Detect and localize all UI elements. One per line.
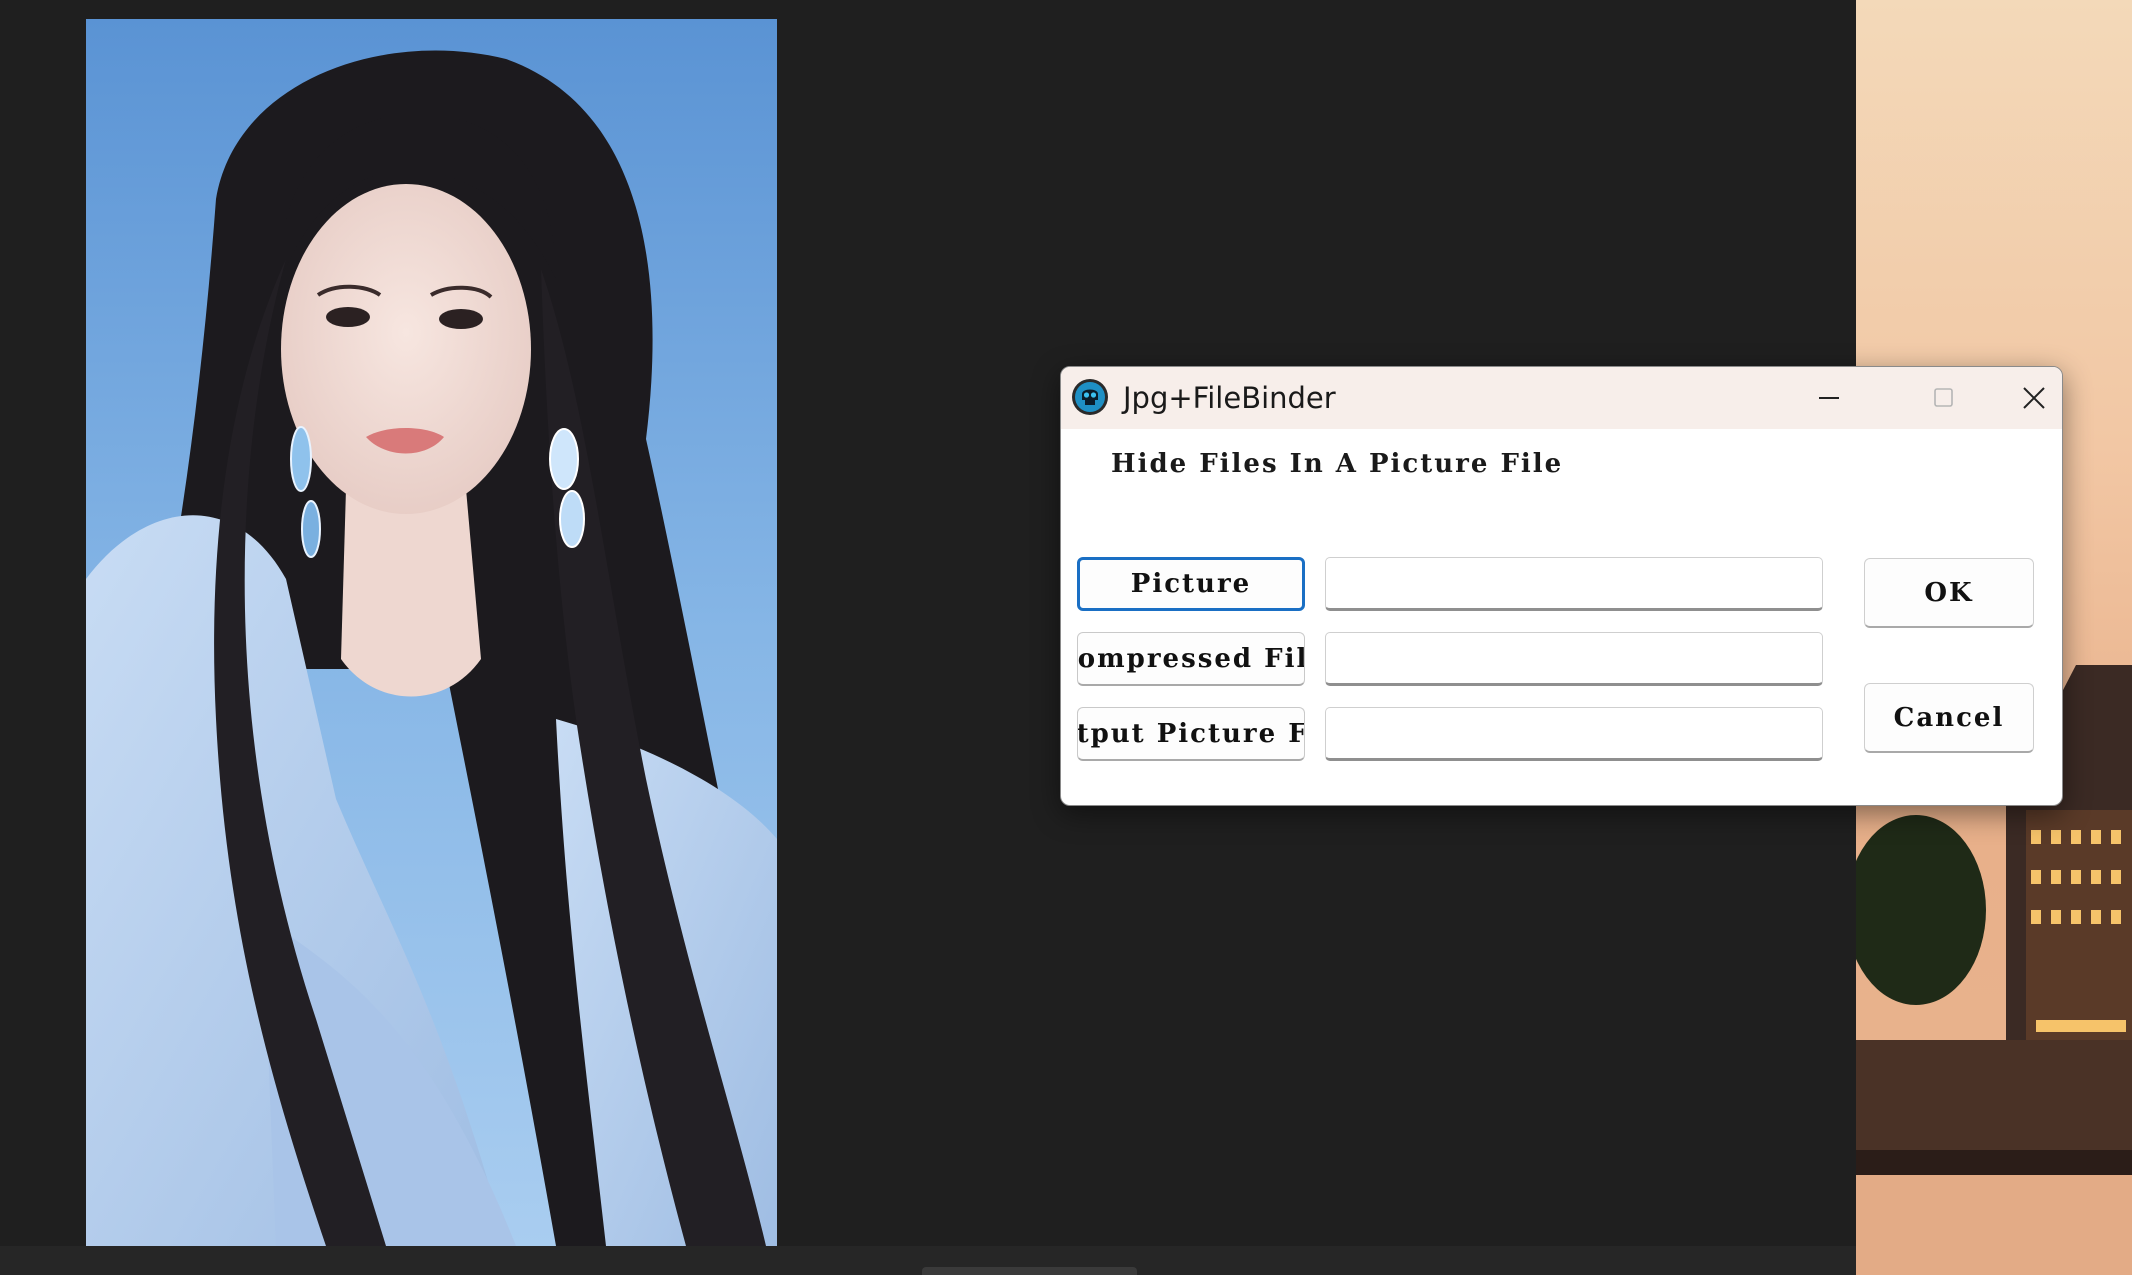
cancel-button[interactable]: Cancel [1864,683,2034,753]
ok-button[interactable]: OK [1864,558,2034,628]
dialog-heading: Hide Files In A Picture File [1111,449,1564,479]
output-picture-file-button[interactable]: Output Picture File [1077,707,1305,761]
title-bar[interactable]: Jpg+FileBinder [1061,367,2062,429]
minimize-icon [1819,397,1839,399]
viewer-bottom-tab [922,1267,1137,1275]
picture-path-input[interactable] [1325,557,1823,611]
compressed-file-path-input[interactable] [1325,632,1823,686]
compressed-file-button[interactable]: Compressed File [1077,632,1305,686]
minimize-button[interactable] [1774,367,1884,429]
picture-button[interactable]: Picture [1077,557,1305,611]
close-button[interactable] [2005,367,2062,429]
output-picture-path-input[interactable] [1325,707,1823,761]
maximize-button[interactable] [1889,367,1999,429]
maximize-icon [1934,388,1953,407]
window-title: Jpg+FileBinder [1123,381,1336,415]
skull-icon [1071,378,1109,416]
close-icon [2022,387,2045,409]
portrait-photo [86,19,777,1246]
filebinder-dialog: Jpg+FileBinder Hide Files In A Picture F… [1060,366,2063,806]
